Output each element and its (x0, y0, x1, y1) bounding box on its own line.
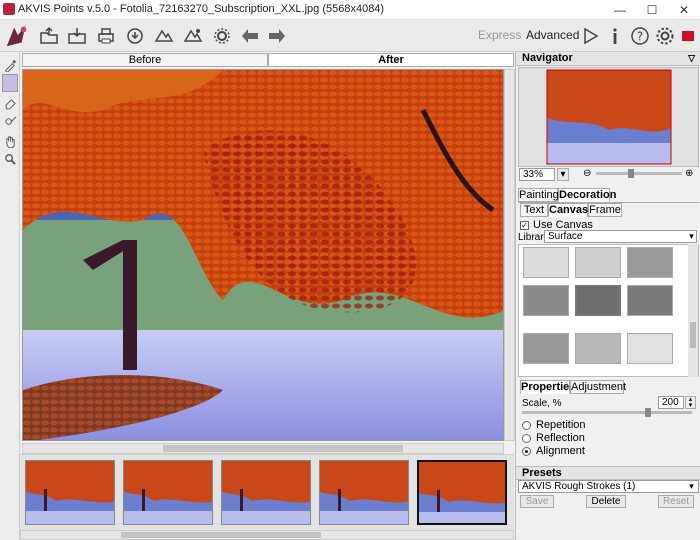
texture-canvas-selected[interactable] (575, 285, 621, 316)
zoom-slider[interactable] (596, 169, 682, 178)
close-button[interactable]: ✕ (668, 0, 700, 20)
texture-grain[interactable] (627, 247, 673, 278)
run-play-icon[interactable] (578, 24, 602, 48)
repetition-label: Repetition (536, 419, 586, 431)
library-dropdown-icon[interactable]: ▾ (686, 230, 697, 243)
preset-dropdown-icon[interactable]: ▾ (686, 480, 697, 493)
app-logo-icon (2, 21, 32, 51)
preset-save-button[interactable]: Save (520, 495, 554, 508)
painted-image (23, 70, 503, 440)
texture-cracks[interactable] (523, 247, 569, 278)
undo-arrow-icon[interactable] (238, 24, 262, 48)
tab-frame[interactable]: Frame (588, 203, 622, 217)
tab-canvas[interactable]: Canvas (548, 203, 588, 217)
radio-dot-selected (522, 446, 531, 456)
presets-icon[interactable] (181, 24, 205, 48)
share-icon[interactable] (123, 24, 147, 48)
title-bar: AKVIS Points v.5.0 - Fotolia_72163270_Su… (0, 0, 700, 20)
thumbnail-3[interactable] (221, 460, 311, 525)
checkbox-check-icon: ✓ (520, 220, 529, 230)
tab-decoration[interactable]: Decoration (558, 188, 616, 202)
repetition-radio[interactable]: Repetition (522, 419, 586, 431)
zoom-value[interactable]: 33% (519, 168, 555, 181)
print-icon[interactable] (94, 24, 118, 48)
zoom-out-icon[interactable]: ⊖ (583, 168, 591, 179)
tab-painting[interactable]: Painting (518, 188, 559, 202)
stop-icon[interactable] (676, 24, 700, 48)
texture-plaster[interactable] (627, 333, 673, 364)
thumbnail-2[interactable] (123, 460, 213, 525)
presets-title: Presets (522, 467, 562, 479)
canvas-horizontal-scrollbar[interactable] (22, 443, 504, 454)
preset-delete-button[interactable]: Delete (586, 495, 626, 508)
navigator-header: Navigator ▽ (516, 52, 700, 66)
presets-header: Presets (516, 466, 700, 480)
window-title: AKVIS Points v.5.0 - Fotolia_72163270_Su… (18, 3, 385, 15)
radio-dot (522, 420, 531, 430)
svg-text:?: ? (637, 30, 643, 44)
tab-properties[interactable]: Properties (520, 380, 575, 394)
texture-linen[interactable] (523, 333, 569, 364)
thumbnail-1[interactable] (25, 460, 115, 525)
thumbnail-scrollbar[interactable] (20, 530, 514, 540)
save-file-icon[interactable] (65, 24, 89, 48)
image-canvas[interactable] (22, 69, 504, 441)
collapse-chevron-icon[interactable]: ▽ (688, 52, 695, 65)
scale-label: Scale, % (522, 398, 562, 409)
texture-grid (518, 244, 699, 377)
zoom-icon[interactable] (2, 150, 18, 168)
redo-arrow-icon[interactable] (265, 24, 289, 48)
help-icon[interactable]: ? (628, 24, 652, 48)
color-swatch[interactable] (2, 74, 18, 92)
advanced-mode-button[interactable]: Advanced (526, 28, 579, 42)
tab-after[interactable]: After (268, 53, 514, 67)
thumbnail-5-selected[interactable] (417, 460, 507, 525)
zoom-in-icon[interactable]: ⊕ (685, 168, 693, 179)
app-icon (3, 3, 15, 15)
library-select[interactable]: Surface (544, 230, 697, 243)
scale-input[interactable]: 200 (658, 396, 684, 409)
navigator-title: Navigator (522, 52, 573, 64)
texture-stucco[interactable] (575, 247, 621, 278)
preset-reset-button[interactable]: Reset (658, 495, 694, 508)
history-brush-icon[interactable] (2, 112, 18, 130)
scale-slider[interactable] (522, 408, 692, 417)
radio-dot (522, 433, 531, 443)
zoom-dropdown-arrow-icon[interactable]: ▾ (557, 168, 569, 181)
result-thumbnails (20, 454, 514, 530)
minimize-button[interactable]: — (604, 0, 636, 20)
texture-scrollbar[interactable] (688, 244, 698, 377)
alignment-radio[interactable]: Alignment (522, 445, 585, 457)
maximize-button[interactable]: ☐ (636, 0, 668, 20)
tab-adjustment[interactable]: Adjustment (570, 380, 626, 394)
preset-select[interactable]: AKVIS Rough Strokes (1) (518, 480, 699, 493)
texture-weave[interactable] (523, 285, 569, 316)
reflection-label: Reflection (536, 432, 585, 444)
texture-burlap[interactable] (627, 285, 673, 316)
tools-panel (0, 52, 20, 540)
eraser-icon[interactable] (2, 94, 18, 112)
settings-panel: Navigator ▽ 33% ▾ ⊖ ⊕ Painting Decoration… (515, 52, 700, 540)
settings-gear-icon[interactable] (210, 24, 234, 48)
dropper-icon[interactable] (2, 56, 18, 74)
tab-before[interactable]: Before (22, 53, 268, 67)
texture-paper[interactable] (575, 333, 621, 364)
preferences-gear-icon[interactable] (653, 24, 677, 48)
main-toolbar: Express Advanced ? (0, 20, 700, 52)
scale-spinner-icon[interactable]: ▴ ▾ (685, 396, 696, 409)
alignment-label: Alignment (536, 445, 585, 457)
hand-icon[interactable] (2, 132, 18, 150)
tab-text[interactable]: Text (520, 203, 548, 217)
info-icon[interactable] (603, 24, 627, 48)
open-file-icon[interactable] (37, 24, 61, 48)
thumbnail-4[interactable] (319, 460, 409, 525)
canvas-vertical-scrollbar[interactable] (504, 69, 515, 441)
express-mode-button[interactable]: Express (478, 28, 521, 42)
batch-icon[interactable] (152, 24, 176, 48)
reflection-radio[interactable]: Reflection (522, 432, 585, 444)
navigator-preview[interactable] (518, 67, 699, 167)
